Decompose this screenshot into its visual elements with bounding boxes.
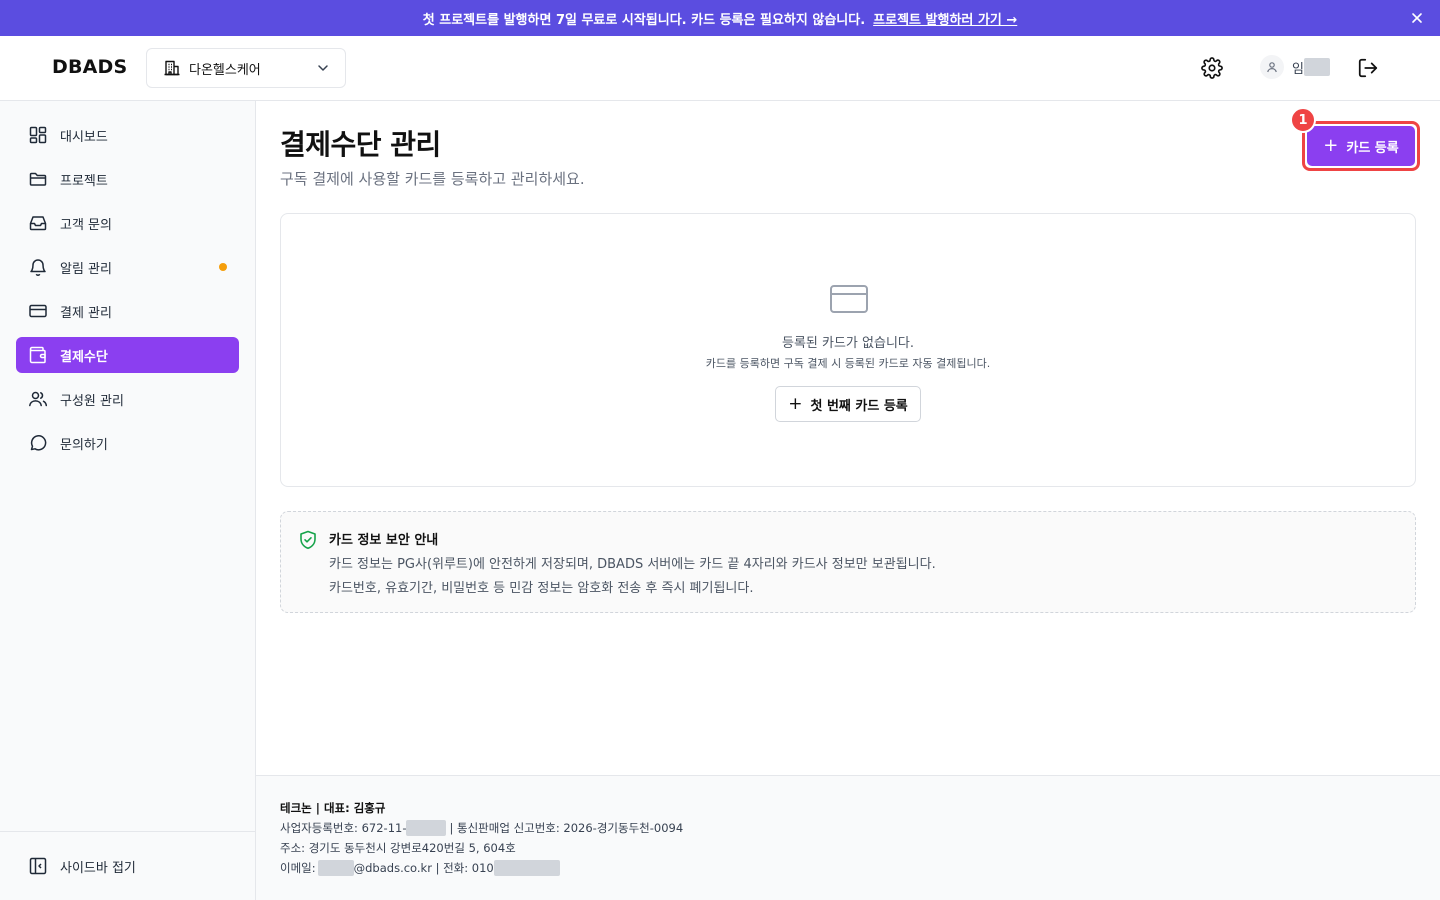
- add-card-button[interactable]: + 카드 등록: [1307, 126, 1415, 166]
- footer-address: 주소: 경기도 동두천시 강변로420번길 5, 604호: [280, 841, 516, 855]
- footer-email-label: 이메일:: [280, 861, 316, 875]
- sidebar-collapse-label: 사이드바 접기: [60, 860, 136, 876]
- footer-biz-suffix: | 통신판매업 신고번호: 2026-경기동두천-0094: [449, 821, 684, 835]
- page-title: 결제수단 관리: [280, 128, 441, 161]
- sidebar-item-label: 결제수단: [60, 349, 108, 365]
- redacted-value: [493, 860, 560, 876]
- footer: 테크논 | 대표: 김홍규 사업자등록번호: 672-11- | 통신판매업 신…: [256, 775, 1440, 900]
- sidebar-item-label: 프로젝트: [60, 173, 108, 189]
- add-card-highlight: + 카드 등록: [1302, 121, 1420, 171]
- security-line-2: 카드번호, 유효기간, 비밀번호 등 민감 정보는 암호화 전송 후 즉시 폐기…: [329, 581, 754, 596]
- chat-icon: [28, 433, 48, 453]
- empty-state-description: 카드를 등록하면 구독 결제 시 등록된 카드로 자동 결제됩니다.: [705, 357, 991, 370]
- building-icon: [163, 59, 181, 77]
- users-icon: [28, 389, 48, 409]
- user-avatar-icon: [1260, 55, 1284, 79]
- footer-email-domain: @dbads.co.kr | 전화: 010: [353, 861, 494, 875]
- sidebar-item-label: 알림 관리: [60, 261, 112, 277]
- banner-text: 첫 프로젝트를 발행하면 7일 무료로 시작됩니다. 카드 등록은 필요하지 않…: [422, 12, 866, 28]
- sidebar-item-label: 문의하기: [60, 437, 108, 453]
- add-card-label: 카드 등록: [1346, 140, 1399, 156]
- sidebar-item-label: 고객 문의: [60, 217, 112, 233]
- sidebar: 대시보드 프로젝트 고객 문의 알림 관리 결제 관리 결제수단 구성원 관리 …: [0, 101, 256, 900]
- sidebar-item-notifications[interactable]: 알림 관리: [16, 249, 239, 285]
- banner-link[interactable]: 프로젝트 발행하러 가기 →: [873, 9, 1017, 28]
- plus-icon: +: [788, 394, 803, 414]
- security-line-1: 카드 정보는 PG사(위루트)에 안전하게 저장되며, DBADS 서버에는 카…: [329, 557, 936, 572]
- footer-business-info: 사업자등록번호: 672-11- | 통신판매업 신고번호: 2026-경기동두…: [280, 820, 683, 836]
- notification-dot: [219, 263, 227, 271]
- credit-card-icon: [28, 301, 48, 321]
- bell-icon: [28, 257, 48, 277]
- main-content: 결제수단 관리 구독 결제에 사용할 카드를 등록하고 관리하세요. + 카드 …: [256, 101, 1440, 775]
- sidebar-collapse-button[interactable]: 사이드바 접기: [16, 848, 239, 884]
- user-menu[interactable]: 임: [1260, 55, 1330, 79]
- redacted-name: [1303, 58, 1330, 76]
- step-badge: 1: [1290, 107, 1316, 133]
- top-header: DBADS 다온헬스케어 임: [0, 36, 1440, 101]
- chevron-down-icon: [315, 60, 331, 76]
- sidebar-item-label: 구성원 관리: [60, 393, 124, 409]
- user-name: 임: [1292, 61, 1304, 77]
- shield-check-icon: [299, 530, 317, 550]
- organization-select[interactable]: 다온헬스케어: [146, 48, 346, 88]
- logout-icon[interactable]: [1354, 54, 1382, 82]
- sidebar-item-dashboard[interactable]: 대시보드: [16, 117, 239, 153]
- footer-company: 테크논 | 대표: 김홍규: [280, 801, 386, 815]
- sidebar-item-contact[interactable]: 문의하기: [16, 425, 239, 461]
- security-title: 카드 정보 보안 안내: [329, 533, 439, 548]
- sidebar-item-label: 대시보드: [60, 129, 108, 145]
- settings-icon[interactable]: [1198, 54, 1226, 82]
- organization-name: 다온헬스케어: [189, 62, 261, 78]
- redacted-value: [406, 820, 447, 836]
- wallet-icon: [28, 345, 48, 365]
- sidebar-collapse-icon: [28, 856, 48, 876]
- credit-card-icon: [829, 284, 869, 314]
- redacted-value: [317, 860, 354, 876]
- close-icon[interactable]: [1408, 9, 1426, 27]
- sidebar-item-payment-methods[interactable]: 결제수단: [16, 337, 239, 373]
- inbox-icon: [28, 213, 48, 233]
- logo[interactable]: DBADS: [52, 56, 127, 78]
- empty-state-card: 등록된 카드가 없습니다. 카드를 등록하면 구독 결제 시 등록된 카드로 자…: [280, 213, 1416, 487]
- sidebar-item-customer-inquiry[interactable]: 고객 문의: [16, 205, 239, 241]
- sidebar-footer: 사이드바 접기: [0, 831, 255, 900]
- sidebar-item-billing[interactable]: 결제 관리: [16, 293, 239, 329]
- sidebar-item-label: 결제 관리: [60, 305, 112, 321]
- sidebar-item-projects[interactable]: 프로젝트: [16, 161, 239, 197]
- footer-biz-prefix: 사업자등록번호: 672-11-: [280, 821, 407, 835]
- dashboard-icon: [28, 125, 48, 145]
- announcement-banner: 첫 프로젝트를 발행하면 7일 무료로 시작됩니다. 카드 등록은 필요하지 않…: [0, 0, 1440, 36]
- sidebar-item-members[interactable]: 구성원 관리: [16, 381, 239, 417]
- empty-state-title: 등록된 카드가 없습니다.: [782, 336, 914, 351]
- register-first-card-label: 첫 번째 카드 등록: [810, 398, 908, 414]
- security-notice: 카드 정보 보안 안내 카드 정보는 PG사(위루트)에 안전하게 저장되며, …: [280, 511, 1416, 613]
- page-subtitle: 구독 결제에 사용할 카드를 등록하고 관리하세요.: [280, 170, 585, 188]
- footer-contact: 이메일: @dbads.co.kr | 전화: 010: [280, 860, 560, 876]
- register-first-card-button[interactable]: + 첫 번째 카드 등록: [775, 386, 921, 422]
- folder-icon: [28, 169, 48, 189]
- plus-icon: +: [1323, 135, 1339, 156]
